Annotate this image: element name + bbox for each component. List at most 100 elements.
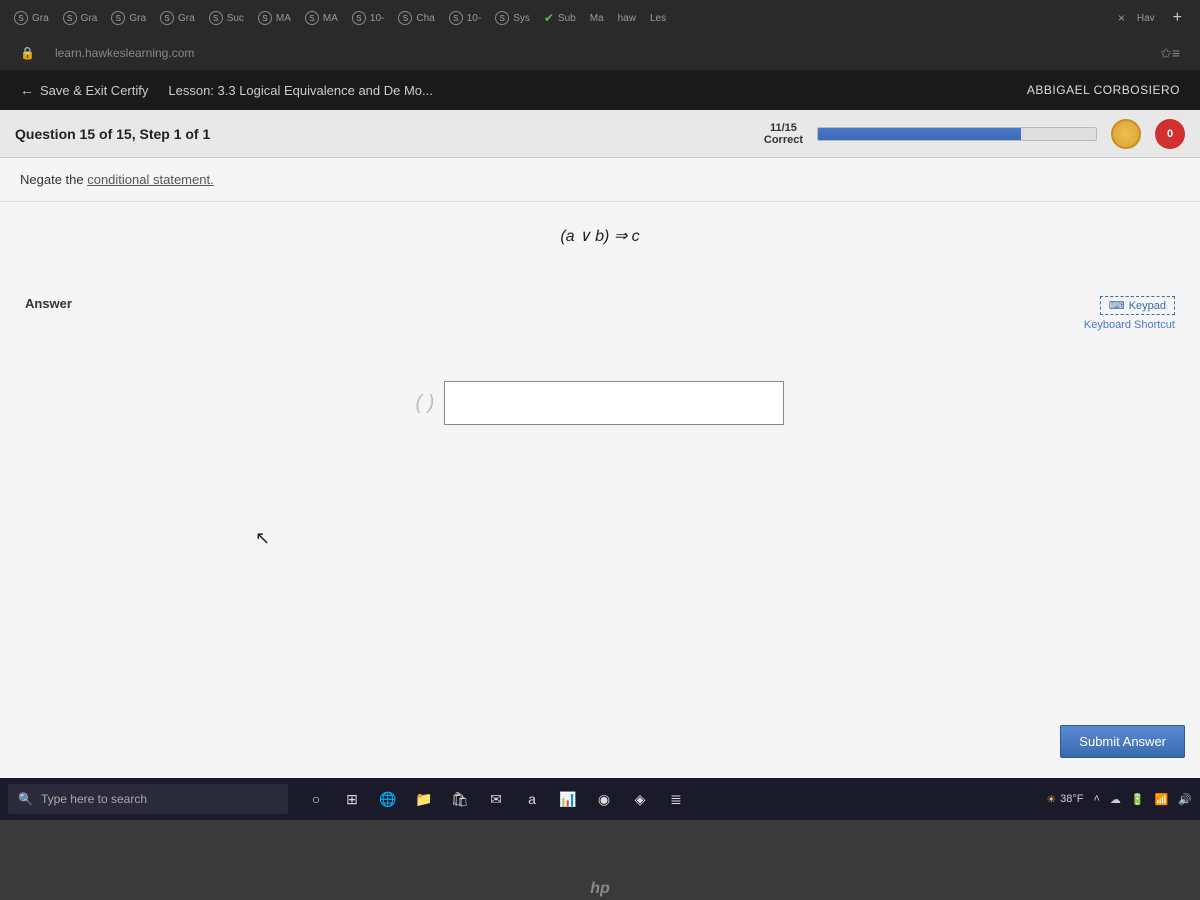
tab-label: Gra bbox=[32, 13, 49, 24]
tab-label: 10- bbox=[467, 13, 481, 24]
keypad-button[interactable]: ⌨ Keypad bbox=[1100, 296, 1175, 315]
coin-icon[interactable] bbox=[1111, 119, 1141, 149]
progress-track bbox=[817, 127, 1097, 141]
tab-label: 10- bbox=[370, 13, 384, 24]
correct-counter: 11/15 Correct bbox=[764, 122, 803, 146]
temperature: 38°F bbox=[1060, 793, 1083, 805]
browser-tab[interactable]: S MA bbox=[299, 7, 344, 29]
save-exit-button[interactable]: ← Save & Exit Certify bbox=[20, 82, 148, 98]
windows-taskbar: 🔍 Type here to search ○ ⊞ 🌐 📁 🛍 ✉ a 📊 ◉ … bbox=[0, 778, 1200, 820]
tab-label: Suc bbox=[227, 13, 244, 24]
browser-tab[interactable]: ✔ Sub bbox=[538, 7, 582, 29]
browser-tab[interactable]: S Cha bbox=[392, 7, 440, 29]
browser-tab[interactable]: S 10- bbox=[443, 7, 487, 29]
formula-display: (a ∨ b) ⇒ c bbox=[0, 202, 1200, 286]
browser-tab[interactable]: Ma bbox=[584, 9, 610, 28]
correct-label: Correct bbox=[764, 134, 803, 146]
s-icon: S bbox=[160, 11, 174, 25]
lock-icon[interactable]: 🔒 bbox=[20, 46, 35, 60]
tab-label: Gra bbox=[178, 13, 195, 24]
progress-bar-row: Question 15 of 15, Step 1 of 1 11/15 Cor… bbox=[0, 110, 1200, 158]
browser-tab[interactable]: S Gra bbox=[105, 7, 152, 29]
tab-label: Ma bbox=[590, 13, 604, 24]
cursor-icon: ↖ bbox=[255, 528, 270, 549]
lesson-title: Lesson: 3.3 Logical Equivalence and De M… bbox=[168, 83, 433, 98]
s-icon: S bbox=[305, 11, 319, 25]
battery-icon[interactable]: 🔋 bbox=[1131, 793, 1145, 806]
tab-label: MA bbox=[323, 13, 338, 24]
wifi-icon[interactable]: 📶 bbox=[1155, 793, 1169, 806]
s-icon: S bbox=[63, 11, 77, 25]
edge-icon[interactable]: 🌐 bbox=[374, 785, 402, 813]
browser-tab[interactable]: Les bbox=[644, 9, 672, 28]
mail-icon[interactable]: ✉ bbox=[482, 785, 510, 813]
browser-tab[interactable]: haw bbox=[612, 9, 642, 28]
cortana-icon[interactable]: ○ bbox=[302, 785, 330, 813]
tab-label: Sub bbox=[558, 13, 576, 24]
prompt-text: Negate the bbox=[20, 172, 87, 187]
s-icon: S bbox=[352, 11, 366, 25]
browser-tab[interactable]: S MA bbox=[252, 7, 297, 29]
s-icon: S bbox=[209, 11, 223, 25]
s-icon: S bbox=[14, 11, 28, 25]
submit-answer-button[interactable]: Submit Answer bbox=[1060, 725, 1185, 758]
browser-tab[interactable]: S Sys bbox=[489, 7, 536, 29]
browser-tab[interactable]: S Gra bbox=[57, 7, 104, 29]
close-icon[interactable]: × bbox=[1114, 11, 1129, 25]
favorite-icon[interactable]: ✩≡ bbox=[1160, 45, 1180, 62]
s-icon: S bbox=[449, 11, 463, 25]
heart-value: 0 bbox=[1167, 128, 1173, 140]
tab-label: Les bbox=[650, 13, 666, 24]
browser-tab-strip: SGra SGra SGra SGra SSuc SMA SMA S10- SC… bbox=[0, 0, 1200, 36]
app-icon[interactable]: 📊 bbox=[554, 785, 582, 813]
spotify-icon[interactable]: ≣ bbox=[662, 785, 690, 813]
support-icon[interactable]: ◉ bbox=[590, 785, 618, 813]
tray-chevron-icon[interactable]: ˄ bbox=[1093, 793, 1099, 805]
user-name: ABBIGAEL CORBOSIERO bbox=[1027, 83, 1180, 97]
prompt-term-link[interactable]: conditional statement. bbox=[87, 172, 213, 187]
browser-tab[interactable]: S Gra bbox=[8, 7, 55, 29]
keyboard-shortcut-link[interactable]: Keyboard Shortcut bbox=[1084, 319, 1175, 331]
progress-fill bbox=[818, 128, 1021, 140]
answer-label: Answer bbox=[25, 296, 72, 311]
amazon-icon[interactable]: a bbox=[518, 785, 546, 813]
sun-icon: ☀ bbox=[1046, 793, 1056, 806]
s-icon: S bbox=[495, 11, 509, 25]
address-bar: 🔒 learn.hawkeslearning.com ✩≡ bbox=[0, 36, 1200, 70]
answer-input[interactable] bbox=[444, 381, 784, 425]
check-icon: ✔ bbox=[544, 11, 554, 25]
keypad-icon: ⌨ bbox=[1109, 299, 1125, 312]
tab-label: Gra bbox=[129, 13, 146, 24]
back-arrow-icon: ← bbox=[20, 82, 34, 98]
explorer-icon[interactable]: 📁 bbox=[410, 785, 438, 813]
tab-label: MA bbox=[276, 13, 291, 24]
s-icon: S bbox=[111, 11, 125, 25]
browser-tab[interactable]: S 10- bbox=[346, 7, 390, 29]
store-icon[interactable]: 🛍 bbox=[446, 785, 474, 813]
heart-icon[interactable]: 0 bbox=[1155, 119, 1185, 149]
task-view-icon[interactable]: ⊞ bbox=[338, 785, 366, 813]
cloud-icon[interactable]: ☁ bbox=[1110, 793, 1121, 806]
tab-label: Cha bbox=[416, 13, 434, 24]
s-icon: S bbox=[258, 11, 272, 25]
question-prompt: Negate the conditional statement. bbox=[0, 158, 1200, 202]
question-counter: Question 15 of 15, Step 1 of 1 bbox=[15, 126, 210, 142]
tab-label: Sys bbox=[513, 13, 530, 24]
keypad-label: Keypad bbox=[1129, 300, 1166, 312]
taskbar-search[interactable]: 🔍 Type here to search bbox=[8, 784, 288, 814]
tab-label: Hav bbox=[1137, 13, 1155, 24]
browser-tab[interactable]: S Gra bbox=[154, 7, 201, 29]
save-exit-label: Save & Exit Certify bbox=[40, 83, 148, 98]
url-text[interactable]: learn.hawkeslearning.com bbox=[55, 46, 194, 60]
new-tab-button[interactable]: + bbox=[1163, 9, 1192, 27]
s-icon: S bbox=[398, 11, 412, 25]
browser-tab[interactable]: S Suc bbox=[203, 7, 250, 29]
app-icon-2[interactable]: ◈ bbox=[626, 785, 654, 813]
hp-logo: hp bbox=[590, 880, 610, 898]
lesson-header: ← Save & Exit Certify Lesson: 3.3 Logica… bbox=[0, 70, 1200, 110]
browser-tab[interactable]: Hav bbox=[1131, 9, 1161, 28]
tab-label: Gra bbox=[81, 13, 98, 24]
tab-label: haw bbox=[618, 13, 636, 24]
volume-icon[interactable]: 🔊 bbox=[1178, 793, 1192, 806]
weather-widget[interactable]: ☀ 38°F bbox=[1046, 793, 1083, 806]
